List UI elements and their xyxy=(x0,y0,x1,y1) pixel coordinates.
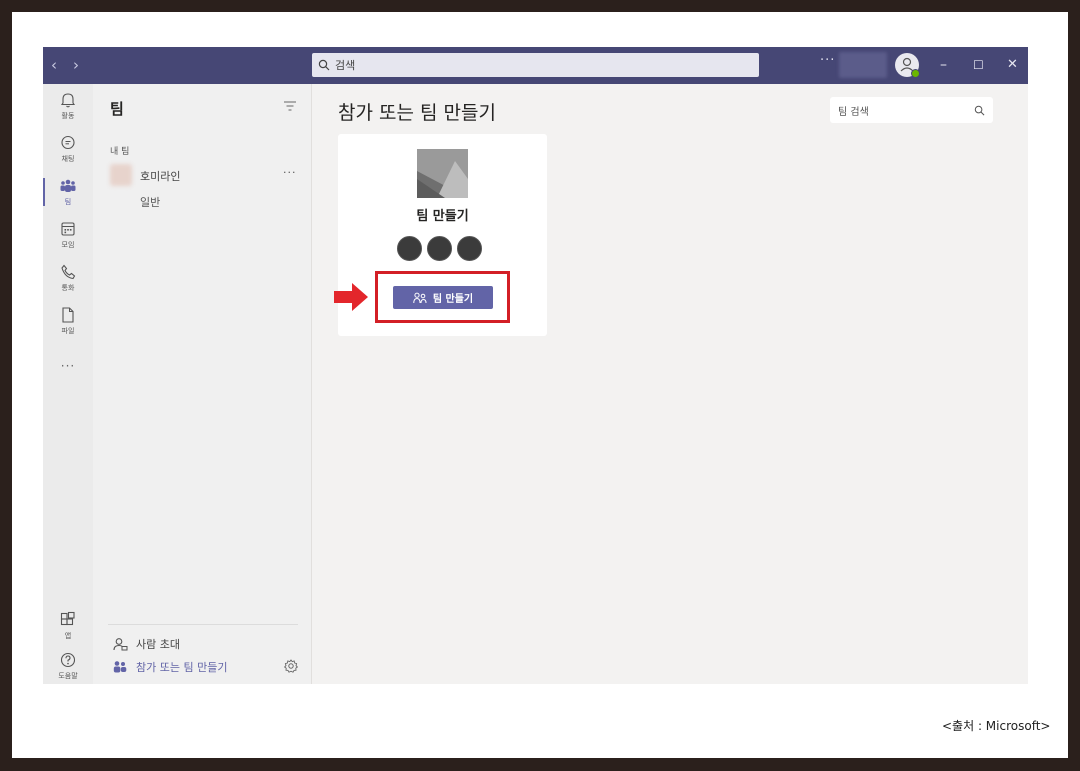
rail-item-files[interactable]: 파일 xyxy=(43,301,93,341)
page-title: 참가 또는 팀 만들기 xyxy=(338,102,496,124)
join-or-create-team-link[interactable]: 참가 또는 팀 만들기 xyxy=(113,659,227,675)
online-status-badge xyxy=(911,69,920,78)
search-icon xyxy=(974,105,985,115)
create-team-button-label: 팀 만들기 xyxy=(432,294,474,305)
rail-label: 파일 xyxy=(61,327,75,335)
team-add-icon xyxy=(413,292,427,303)
panel-title: 팀 xyxy=(110,100,124,118)
teams-panel: 팀 내 팀 호미라인 ··· 일반 사람 초대 참가 또는 팀 만들기 xyxy=(93,84,312,684)
invite-person-icon xyxy=(113,638,128,651)
rail-item-activity[interactable]: 활동 xyxy=(43,86,93,126)
teams-window: ‹ › 검색 ··· – ☐ ✕ 활동 채팅 팀 모임 통화 파일 ··· 앱 … xyxy=(43,47,1028,684)
rail-item-chat[interactable]: 채팅 xyxy=(43,129,93,169)
screenshot-frame: ‹ › 검색 ··· – ☐ ✕ 활동 채팅 팀 모임 통화 파일 ··· 앱 … xyxy=(12,12,1068,758)
rail-label: 모임 xyxy=(61,241,75,249)
rail-item-teams[interactable]: 팀 xyxy=(43,172,93,212)
rail-item-meetings[interactable]: 모임 xyxy=(43,215,93,255)
more-apps-icon[interactable]: ··· xyxy=(43,359,93,373)
teams-icon xyxy=(60,179,76,192)
member-avatar xyxy=(457,236,482,261)
main-content: 참가 또는 팀 만들기 팀 검색 팀 만들기 팀 만들기 xyxy=(313,84,1028,684)
invite-people-link[interactable]: 사람 초대 xyxy=(113,636,180,652)
rail-item-help[interactable]: 도움말 xyxy=(43,646,93,684)
member-avatar xyxy=(427,236,452,261)
apps-icon xyxy=(60,611,75,626)
search-icon xyxy=(318,59,330,71)
forward-arrow-icon[interactable]: › xyxy=(73,55,79,75)
search-placeholder: 검색 xyxy=(335,59,356,72)
organization-switcher[interactable] xyxy=(839,52,887,78)
channel-general[interactable]: 일반 xyxy=(140,194,160,210)
team-avatar xyxy=(110,164,132,186)
arrow-right-icon xyxy=(334,283,368,311)
global-search-input[interactable]: 검색 xyxy=(312,53,759,77)
member-avatar xyxy=(397,236,422,261)
file-icon xyxy=(62,307,74,323)
rail-label: 활동 xyxy=(61,112,75,120)
invite-label: 사람 초대 xyxy=(136,638,180,651)
minimize-button[interactable]: – xyxy=(940,55,947,75)
image-placeholder-icon xyxy=(417,149,468,198)
create-team-button[interactable]: 팀 만들기 xyxy=(393,286,493,309)
filter-icon[interactable] xyxy=(283,100,297,112)
help-icon xyxy=(60,652,76,668)
gear-icon[interactable] xyxy=(284,659,298,673)
rail-item-calls[interactable]: 통화 xyxy=(43,258,93,298)
rail-item-apps[interactable]: 앱 xyxy=(43,606,93,646)
rail-label: 앱 xyxy=(64,632,72,640)
my-teams-label: 내 팀 xyxy=(110,147,130,157)
app-rail: 활동 채팅 팀 모임 통화 파일 ··· 앱 도움말 xyxy=(43,84,93,684)
source-credit: <출처 : Microsoft> xyxy=(942,719,1051,733)
more-options-icon[interactable]: ··· xyxy=(820,53,835,68)
team-name[interactable]: 호미라인 xyxy=(140,168,180,184)
member-avatars xyxy=(397,236,487,261)
rail-label: 통화 xyxy=(61,284,75,292)
maximize-button[interactable]: ☐ xyxy=(973,55,984,75)
rail-label: 채팅 xyxy=(61,155,75,163)
rail-label: 팀 xyxy=(64,198,72,206)
calendar-icon xyxy=(61,222,75,236)
team-search-input[interactable]: 팀 검색 xyxy=(830,97,993,123)
rail-label: 도움말 xyxy=(58,672,78,680)
join-create-label: 참가 또는 팀 만들기 xyxy=(136,661,228,674)
close-button[interactable]: ✕ xyxy=(1007,55,1018,75)
back-arrow-icon[interactable]: ‹ xyxy=(51,55,57,75)
team-add-icon xyxy=(113,661,127,673)
bell-icon xyxy=(60,93,76,108)
team-more-icon[interactable]: ··· xyxy=(283,166,297,179)
title-bar: ‹ › 검색 ··· – ☐ ✕ xyxy=(43,47,1028,84)
card-title: 팀 만들기 xyxy=(416,209,469,224)
phone-icon xyxy=(61,264,76,280)
team-search-placeholder: 팀 검색 xyxy=(838,106,869,118)
divider xyxy=(108,624,298,625)
chat-icon xyxy=(61,135,75,150)
